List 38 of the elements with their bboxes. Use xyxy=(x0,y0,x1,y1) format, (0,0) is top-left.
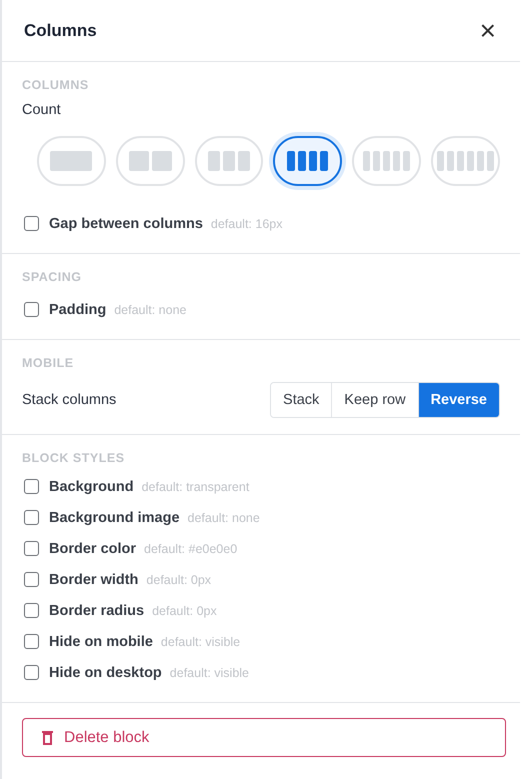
option-label: Padding xyxy=(49,302,106,318)
delete-button[interactable]: Delete block xyxy=(22,718,506,757)
checkbox[interactable] xyxy=(24,665,39,680)
option-label: Hide on desktop xyxy=(49,664,162,680)
section-heading: COLUMNS xyxy=(22,78,90,92)
option-label: Background xyxy=(49,478,134,494)
default-hint: default: 0px xyxy=(152,604,217,618)
checkbox[interactable] xyxy=(24,603,39,618)
field-label: Count xyxy=(22,102,62,118)
default-hint: default: #e0e0e0 xyxy=(144,542,238,556)
option-label: Gap between columns xyxy=(49,216,203,232)
default-hint: default: none xyxy=(114,302,186,316)
option-label: Border width xyxy=(49,572,138,588)
close-button[interactable]: × xyxy=(480,16,496,44)
default-hint: default: transparent xyxy=(142,480,250,494)
option-label: Border color xyxy=(49,540,136,556)
checkbox[interactable] xyxy=(24,634,39,649)
option-label: Border radius xyxy=(49,602,144,618)
checkbox[interactable] xyxy=(24,302,39,317)
segment-button[interactable]: Reverse xyxy=(418,383,499,417)
checkbox[interactable] xyxy=(24,541,39,556)
default-hint: default: none xyxy=(188,510,260,524)
checkbox[interactable] xyxy=(24,572,39,587)
field-label: Stack columns xyxy=(22,392,116,408)
default-hint: default: 0px xyxy=(146,572,212,586)
panel-title: Columns xyxy=(24,20,97,40)
option-label: Background image xyxy=(49,510,180,526)
default-hint: default: visible xyxy=(170,666,250,680)
checkbox[interactable] xyxy=(24,479,39,494)
default-hint: default: 16px xyxy=(210,216,282,230)
option-label: Hide on mobile xyxy=(49,634,153,650)
trash-icon xyxy=(41,730,54,745)
section-heading: MOBILE xyxy=(22,356,75,370)
section-heading: BLOCK STYLES xyxy=(22,451,126,465)
checkbox[interactable] xyxy=(24,216,39,231)
default-hint: default: visible xyxy=(160,634,240,648)
checkbox[interactable] xyxy=(24,510,39,525)
section-heading: SPACING xyxy=(22,270,83,284)
